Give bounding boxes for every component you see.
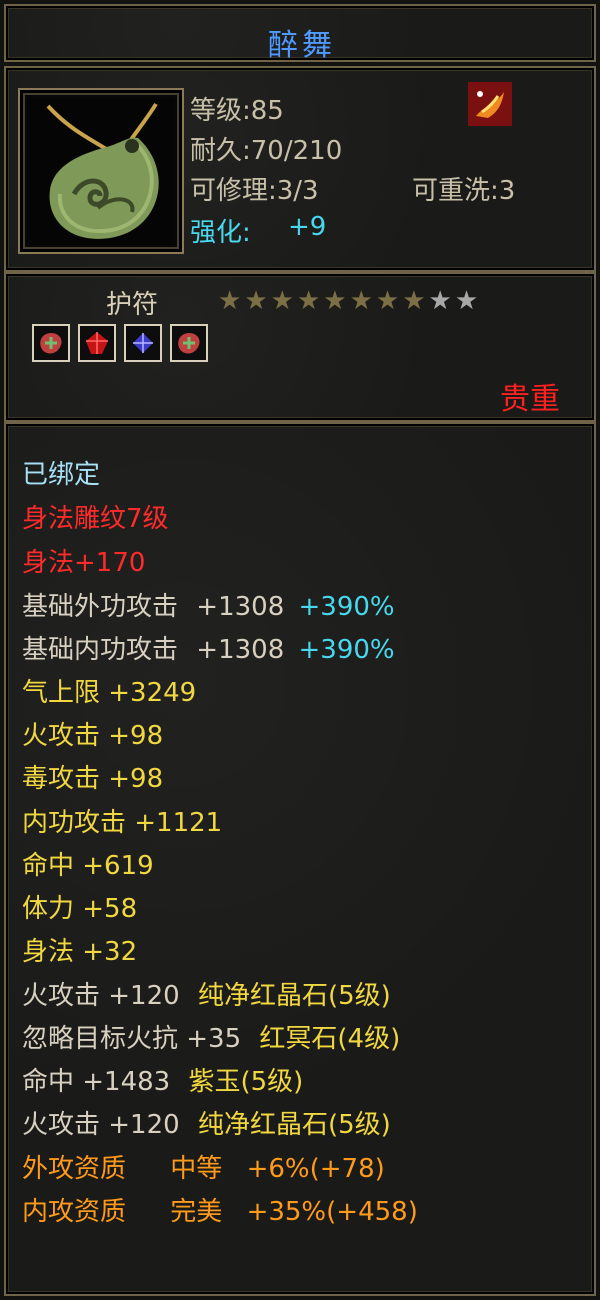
stat-value: +1308 xyxy=(196,635,285,665)
stat-base-outer-attack: 基础外功攻击 +1308 +390% xyxy=(22,586,395,623)
stat-value: +1308 xyxy=(196,592,285,622)
gem-slot[interactable] xyxy=(170,324,208,362)
gem-stat-value: 火攻击 +120 xyxy=(22,981,180,1011)
item-type: 护符 xyxy=(106,290,159,320)
title-panel: 醉舞 xyxy=(4,4,596,63)
stat-label: 基础内功攻击 xyxy=(22,635,179,665)
gem-sockets xyxy=(32,324,208,362)
aptitude-grade: 完美 xyxy=(170,1197,223,1227)
gem-stat-1: 火攻击 +120 纯净红晶石(5级) xyxy=(22,975,391,1012)
item-level: 等级:85 xyxy=(190,96,284,126)
gem-stat-value: 命中 +1483 xyxy=(22,1067,171,1097)
rarity-label: 贵重 xyxy=(500,382,560,417)
gem-stat-2: 忽略目标火抗 +35 红冥石(4级) xyxy=(22,1018,400,1055)
star-icon: ★ xyxy=(349,286,373,316)
aptitude-label: 内攻资质 xyxy=(22,1197,127,1227)
star-icon: ★ xyxy=(323,286,347,316)
gem-slot[interactable] xyxy=(32,324,70,362)
gem-name: 纯净红晶石(5级) xyxy=(197,1110,391,1140)
stat-qi-limit: 气上限 +3249 xyxy=(22,678,197,708)
gem-name: 纯净红晶石(5级) xyxy=(197,981,391,1011)
stat-percent: +390% xyxy=(298,635,395,665)
star-icon: ★ xyxy=(402,286,426,316)
stat-agility: 身法 +32 xyxy=(22,937,138,967)
stat-inner-attack: 内功攻击 +1121 xyxy=(22,808,223,838)
stat-poison-attack: 毒攻击 +98 xyxy=(22,764,164,794)
aptitude-grade: 中等 xyxy=(170,1154,223,1184)
item-enhance-value: +9 xyxy=(288,212,327,242)
star-icon: ★ xyxy=(244,286,268,316)
star-empty-icon: ★ xyxy=(454,286,479,316)
item-durability: 耐久:70/210 xyxy=(190,136,343,166)
gem-stat-4: 火攻击 +120 纯净红晶石(5级) xyxy=(22,1104,391,1141)
outer-aptitude: 外攻资质 中等 +6%(+78) xyxy=(22,1148,385,1185)
aptitude-label: 外攻资质 xyxy=(22,1154,127,1184)
inner-aptitude: 内攻资质 完美 +35%(+458) xyxy=(22,1191,418,1228)
star-rating: ★ ★ ★ ★ ★ ★ ★ ★ ★ ★ xyxy=(218,286,478,316)
red-gem-icon xyxy=(86,332,108,354)
star-icon: ★ xyxy=(218,286,242,316)
gem-name: 紫玉(5级) xyxy=(188,1067,304,1097)
green-gem-icon xyxy=(178,333,200,354)
item-enhance-prefix: 强化: xyxy=(190,218,251,248)
gem-stat-value: 忽略目标火抗 +35 xyxy=(22,1024,242,1054)
item-rewash: 可重洗:3 xyxy=(412,176,516,206)
stat-percent: +390% xyxy=(298,592,395,622)
engrave-line: 身法雕纹7级 xyxy=(22,504,169,534)
star-icon: ★ xyxy=(375,286,400,316)
stat-hit: 命中 +619 xyxy=(22,851,154,881)
gem-slot[interactable] xyxy=(78,324,116,362)
engrave-bonus-line: 身法+170 xyxy=(22,548,146,578)
stat-base-inner-attack: 基础内功攻击 +1308 +390% xyxy=(22,629,395,666)
star-icon: ★ xyxy=(296,286,321,316)
phoenix-badge-icon xyxy=(468,82,512,126)
item-repair: 可修理:3/3 xyxy=(190,176,319,206)
item-header-panel: 等级:85 耐久:70/210 可修理:3/3 可重洗:3 强化: +9 xyxy=(4,66,596,272)
bound-status: 已绑定 xyxy=(22,460,101,490)
item-icon-frame xyxy=(18,88,184,254)
gem-stat-3: 命中 +1483 紫玉(5级) xyxy=(22,1061,303,1098)
item-name: 醉舞 xyxy=(268,28,336,63)
aptitude-bonus: +35%(+458) xyxy=(246,1197,418,1227)
stat-fire-attack: 火攻击 +98 xyxy=(22,721,164,751)
aptitude-bonus: +6%(+78) xyxy=(246,1154,385,1184)
blue-gem-icon xyxy=(133,333,153,353)
item-type-panel: 护符 ★ ★ ★ ★ ★ ★ ★ ★ ★ ★ 贵重 xyxy=(4,272,596,422)
gem-slot[interactable] xyxy=(124,324,162,362)
green-gem-icon xyxy=(40,333,62,354)
stat-stamina: 体力 +58 xyxy=(22,894,138,924)
star-empty-icon: ★ xyxy=(428,286,452,316)
stat-label: 基础外功攻击 xyxy=(22,592,179,622)
gem-name: 红冥石(4级) xyxy=(259,1024,401,1054)
stats-panel: 已绑定 身法雕纹7级 身法+170 基础外功攻击 +1308 +390% 基础内… xyxy=(4,422,596,1296)
item-tooltip: 醉舞 等级:85 耐久:70/210 可修理:3/3 可重洗:3 强化: +9 xyxy=(0,0,600,1300)
star-icon: ★ xyxy=(270,286,294,316)
jade-pendant-icon xyxy=(28,98,174,244)
gem-stat-value: 火攻击 +120 xyxy=(22,1110,180,1140)
